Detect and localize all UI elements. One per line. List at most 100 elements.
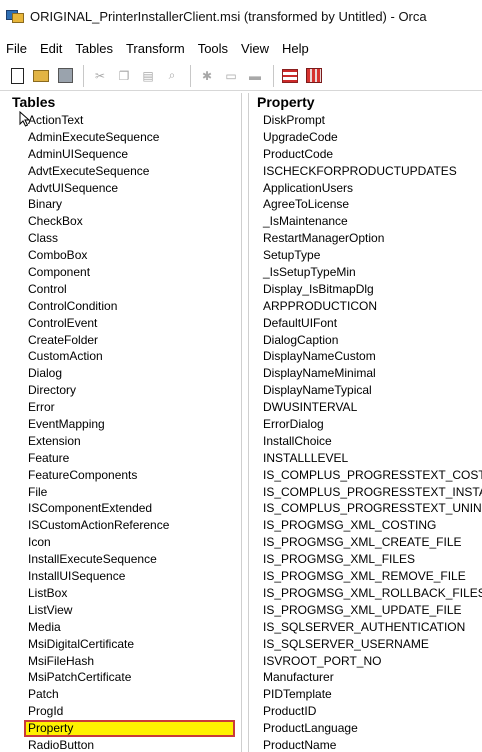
property-row[interactable]: DisplayNameTypical <box>249 382 482 399</box>
table-item[interactable]: AdvtExecuteSequence <box>4 163 241 180</box>
table-item[interactable]: Control <box>4 281 241 298</box>
property-row[interactable]: IS_COMPLUS_PROGRESSTEXT_COST <box>249 467 482 484</box>
property-row[interactable]: DWUSINTERVAL <box>249 399 482 416</box>
table-item[interactable]: CustomAction <box>4 348 241 365</box>
property-row[interactable]: IS_PROGMSG_XML_REMOVE_FILE <box>249 568 482 585</box>
table-item[interactable]: Class <box>4 230 241 247</box>
tables-pane: Tables ActionText AdminExecuteSequence Adm… <box>4 93 242 752</box>
property-row[interactable]: Manufacturer <box>249 669 482 686</box>
property-row[interactable]: INSTALLLEVEL <box>249 450 482 467</box>
table-item[interactable]: InstallUISequence <box>4 568 241 585</box>
table-item[interactable]: CheckBox <box>4 213 241 230</box>
table-item[interactable]: Directory <box>4 382 241 399</box>
toolbar: ✂ ❐ ▤ ⌕ ✱ ▭ ▬ <box>0 61 482 91</box>
table-item[interactable]: ProgId <box>4 703 241 720</box>
property-row[interactable]: ProductCode <box>249 146 482 163</box>
table-item[interactable]: InstallExecuteSequence <box>4 551 241 568</box>
table-item[interactable]: Icon <box>4 534 241 551</box>
property-row[interactable]: DisplayNameCustom <box>249 348 482 365</box>
tables-icon[interactable]: ▭ <box>222 67 240 85</box>
menu-edit[interactable]: Edit <box>40 41 62 56</box>
table-item[interactable]: FeatureComponents <box>4 467 241 484</box>
table-item[interactable]: AdminUISequence <box>4 146 241 163</box>
table-item[interactable]: AdvtUISequence <box>4 180 241 197</box>
merge-icon[interactable] <box>281 67 299 85</box>
property-row[interactable]: Display_IsBitmapDlg <box>249 281 482 298</box>
property-row[interactable]: ProductID <box>249 703 482 720</box>
property-row[interactable]: IS_SQLSERVER_AUTHENTICATION <box>249 619 482 636</box>
table-item[interactable]: ISCustomActionReference <box>4 517 241 534</box>
table-item[interactable]: ComboBox <box>4 247 241 264</box>
menu-tables[interactable]: Tables <box>75 41 113 56</box>
table-item-selected[interactable]: Property <box>24 720 235 737</box>
table-item[interactable]: Patch <box>4 686 241 703</box>
table-item[interactable]: Media <box>4 619 241 636</box>
menu-transform[interactable]: Transform <box>126 41 185 56</box>
table-item[interactable]: ListBox <box>4 585 241 602</box>
property-row[interactable]: ProductName <box>249 737 482 752</box>
toolbar-separator <box>273 64 274 87</box>
tables-list: ActionText AdminExecuteSequence AdminUISeq… <box>4 112 241 752</box>
table-item[interactable]: File <box>4 484 241 501</box>
property-row[interactable]: _IsMaintenance <box>249 213 482 230</box>
open-icon[interactable] <box>32 67 50 85</box>
table-item[interactable]: ControlCondition <box>4 298 241 315</box>
property-row[interactable]: _IsSetupTypeMin <box>249 264 482 281</box>
property-row[interactable]: IS_PROGMSG_XML_ROLLBACK_FILES <box>249 585 482 602</box>
table-item[interactable]: EventMapping <box>4 416 241 433</box>
table-item[interactable]: Component <box>4 264 241 281</box>
property-row[interactable]: IS_COMPLUS_PROGRESSTEXT_UNINS <box>249 500 482 517</box>
property-row[interactable]: ProductLanguage <box>249 720 482 737</box>
table-item[interactable]: Feature <box>4 450 241 467</box>
property-row[interactable]: UpgradeCode <box>249 129 482 146</box>
property-row[interactable]: IS_PROGMSG_XML_FILES <box>249 551 482 568</box>
transform-icon[interactable] <box>305 67 323 85</box>
table-item[interactable]: MsiDigitalCertificate <box>4 636 241 653</box>
table-item[interactable]: ListView <box>4 602 241 619</box>
property-row[interactable]: RestartManagerOption <box>249 230 482 247</box>
property-row[interactable]: ISVROOT_PORT_NO <box>249 653 482 670</box>
property-row[interactable]: AgreeToLicense <box>249 196 482 213</box>
property-row[interactable]: ApplicationUsers <box>249 180 482 197</box>
table-item[interactable]: Dialog <box>4 365 241 382</box>
table-item[interactable]: Extension <box>4 433 241 450</box>
cut-icon[interactable]: ✂ <box>91 67 109 85</box>
table-item[interactable]: Error <box>4 399 241 416</box>
paste-icon[interactable]: ▤ <box>139 67 157 85</box>
property-row[interactable]: DiskPrompt <box>249 112 482 129</box>
property-row[interactable]: DisplayNameMinimal <box>249 365 482 382</box>
menu-file[interactable]: File <box>6 41 27 56</box>
table-item[interactable]: ControlEvent <box>4 315 241 332</box>
property-row[interactable]: ARPPRODUCTICON <box>249 298 482 315</box>
property-row[interactable]: DialogCaption <box>249 332 482 349</box>
table-item[interactable]: AdminExecuteSequence <box>4 129 241 146</box>
property-row[interactable]: IS_PROGMSG_XML_COSTING <box>249 517 482 534</box>
property-row[interactable]: PIDTemplate <box>249 686 482 703</box>
menu-tools[interactable]: Tools <box>198 41 228 56</box>
new-icon[interactable] <box>8 67 26 85</box>
property-column-header[interactable]: Property <box>249 93 482 112</box>
menu-help[interactable]: Help <box>282 41 309 56</box>
table-item[interactable]: ISComponentExtended <box>4 500 241 517</box>
menu-view[interactable]: View <box>241 41 269 56</box>
table-item[interactable]: CreateFolder <box>4 332 241 349</box>
find-icon[interactable]: ⌕ <box>163 67 181 85</box>
table-item[interactable]: MsiFileHash <box>4 653 241 670</box>
table-item[interactable]: ActionText <box>4 112 241 129</box>
save-icon[interactable] <box>56 67 74 85</box>
property-row[interactable]: SetupType <box>249 247 482 264</box>
property-row[interactable]: IS_PROGMSG_XML_UPDATE_FILE <box>249 602 482 619</box>
property-row[interactable]: IS_SQLSERVER_USERNAME <box>249 636 482 653</box>
property-row[interactable]: IS_COMPLUS_PROGRESSTEXT_INSTA <box>249 484 482 501</box>
property-row[interactable]: ErrorDialog <box>249 416 482 433</box>
table-item[interactable]: Binary <box>4 196 241 213</box>
rows-icon[interactable]: ▬ <box>246 67 264 85</box>
property-row[interactable]: IS_PROGMSG_XML_CREATE_FILE <box>249 534 482 551</box>
validate-icon[interactable]: ✱ <box>198 67 216 85</box>
copy-icon[interactable]: ❐ <box>115 67 133 85</box>
table-item[interactable]: RadioButton <box>4 737 241 752</box>
table-item[interactable]: MsiPatchCertificate <box>4 669 241 686</box>
property-row[interactable]: DefaultUIFont <box>249 315 482 332</box>
property-row[interactable]: InstallChoice <box>249 433 482 450</box>
property-row[interactable]: ISCHECKFORPRODUCTUPDATES <box>249 163 482 180</box>
